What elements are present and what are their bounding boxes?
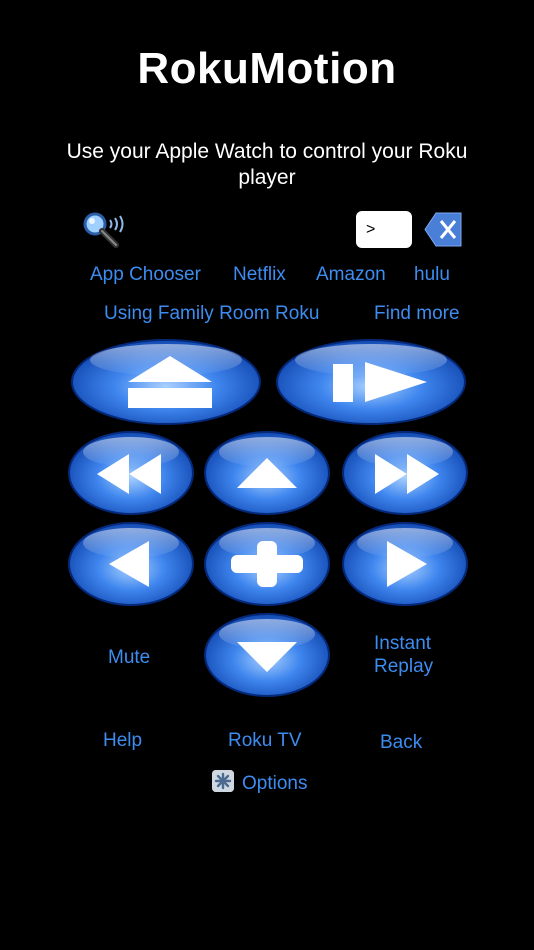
app-chooser-link[interactable]: App Chooser xyxy=(90,264,201,286)
home-button[interactable] xyxy=(70,338,262,426)
backspace-x-icon[interactable] xyxy=(424,212,462,247)
search-with-signal-icon[interactable] xyxy=(80,210,128,250)
app-subtitle: Use your Apple Watch to control your Rok… xyxy=(66,140,468,189)
hulu-link[interactable]: hulu xyxy=(414,264,450,286)
fast-forward-button[interactable] xyxy=(341,430,469,516)
back-link[interactable]: Back xyxy=(380,732,422,754)
options-gear-icon xyxy=(212,770,234,792)
mute-link[interactable]: Mute xyxy=(108,647,150,669)
down-button[interactable] xyxy=(203,612,331,698)
left-button[interactable] xyxy=(67,521,195,607)
up-button[interactable] xyxy=(203,430,331,516)
netflix-link[interactable]: Netflix xyxy=(233,264,286,286)
fast-forward-icon xyxy=(342,431,468,515)
rewind-button[interactable] xyxy=(67,430,195,516)
left-arrow-icon xyxy=(68,522,194,606)
current-device-link[interactable]: Using Family Room Roku xyxy=(104,303,319,325)
rewind-icon xyxy=(68,431,194,515)
ok-button[interactable] xyxy=(203,521,331,607)
play-pause-button[interactable] xyxy=(275,338,467,426)
home-eject-icon xyxy=(71,339,261,425)
find-more-link[interactable]: Find more xyxy=(374,303,460,325)
down-arrow-icon xyxy=(204,613,330,697)
options-button[interactable]: Options xyxy=(212,770,307,795)
roku-tv-link[interactable]: Roku TV xyxy=(228,730,302,752)
right-button[interactable] xyxy=(341,521,469,607)
plus-ok-icon xyxy=(204,522,330,606)
options-label: Options xyxy=(242,773,308,794)
up-arrow-icon xyxy=(204,431,330,515)
app-title: RokuMotion xyxy=(137,44,397,93)
amazon-link[interactable]: Amazon xyxy=(316,264,386,286)
right-arrow-icon xyxy=(342,522,468,606)
instant-replay-link[interactable]: Instant Replay xyxy=(374,632,454,678)
keyboard-input[interactable]: > xyxy=(356,211,412,248)
play-pause-icon xyxy=(276,339,466,425)
help-link[interactable]: Help xyxy=(103,730,142,752)
